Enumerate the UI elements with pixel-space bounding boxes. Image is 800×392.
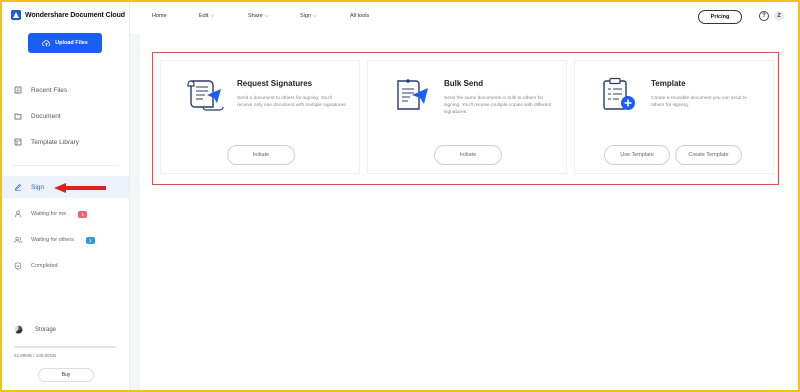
sidebar: Wondershare Document Cloud Upload Files … [2,2,130,390]
template-library-icon [14,138,22,146]
pricing-button[interactable]: Pricing [698,10,742,24]
nav-home[interactable]: Home [152,13,167,19]
sidebar-item-label: Waiting for me [31,211,67,217]
sidebar-item-recent-files[interactable]: Recent Files [2,79,129,101]
storage-label: Storage [35,326,57,333]
red-arrow-annotation [54,183,106,193]
nav-label: Share [248,13,263,19]
sidebar-item-completed[interactable]: Completed [2,255,129,277]
count-badge: 1 [78,210,88,218]
nav-label: All tools [350,13,370,19]
top-bar: Home Edit ⌵ Share ⌵ Sign ⌵ All tools Pri… [130,2,798,34]
sidebar-item-label: Document [31,112,61,120]
document-icon [14,113,22,120]
chevron-down-icon: ⌵ [264,13,269,19]
sidebar-item-label: Waiting for others [31,237,74,243]
logo-icon [11,10,21,20]
upload-files-label: Upload Files [55,40,88,46]
nav-edit[interactable]: Edit ⌵ [199,13,214,19]
sidebar-item-label: Sign [31,183,45,191]
buy-button[interactable]: Buy [38,368,94,382]
sidebar-item-waiting-for-others[interactable]: Waiting for others 1 [2,229,129,251]
chevron-down-icon: ⌵ [313,13,317,19]
sidebar-item-waiting-for-me[interactable]: Waiting for me 1 [2,203,129,225]
users-icon [14,236,22,244]
sidebar-item-template-library[interactable]: Template Library [2,131,129,153]
help-icon[interactable]: ? [759,11,769,21]
app-window: Wondershare Document Cloud Upload Files … [2,2,798,390]
sidebar-divider [14,165,119,166]
sidebar-item-label: Completed [31,263,58,269]
nav-label: Sign [300,13,312,19]
sidebar-item-label: Template Library [31,138,80,146]
cloud-upload-icon [42,39,51,46]
chevron-down-icon: ⌵ [210,13,215,19]
upload-files-button[interactable]: Upload Files [28,33,102,53]
sidebar-item-document[interactable]: Document [2,105,129,127]
nav-share[interactable]: Share ⌵ [248,13,268,19]
nav-all-tools[interactable]: All tools [350,13,369,19]
shield-check-icon [14,262,22,270]
sidebar-item-label: Recent Files [31,86,68,94]
recent-files-icon [14,86,22,94]
user-icon [14,210,22,218]
app-logo[interactable]: Wondershare Document Cloud [11,10,125,20]
nav-sign[interactable]: Sign ⌵ [300,13,317,19]
nav-label: Edit [199,13,209,19]
highlight-annotation-box [152,52,779,185]
nav-label: Home [152,13,167,19]
storage-usage-text: 52.89MB / 100.00GB [14,353,57,358]
pen-icon [14,184,21,191]
storage-section: Storage [14,325,56,334]
app-name: Wondershare Document Cloud [25,11,125,19]
pie-chart-icon [14,325,23,334]
avatar[interactable]: Z [774,11,784,21]
storage-progress-bar [14,346,117,348]
count-badge: 1 [85,236,95,244]
